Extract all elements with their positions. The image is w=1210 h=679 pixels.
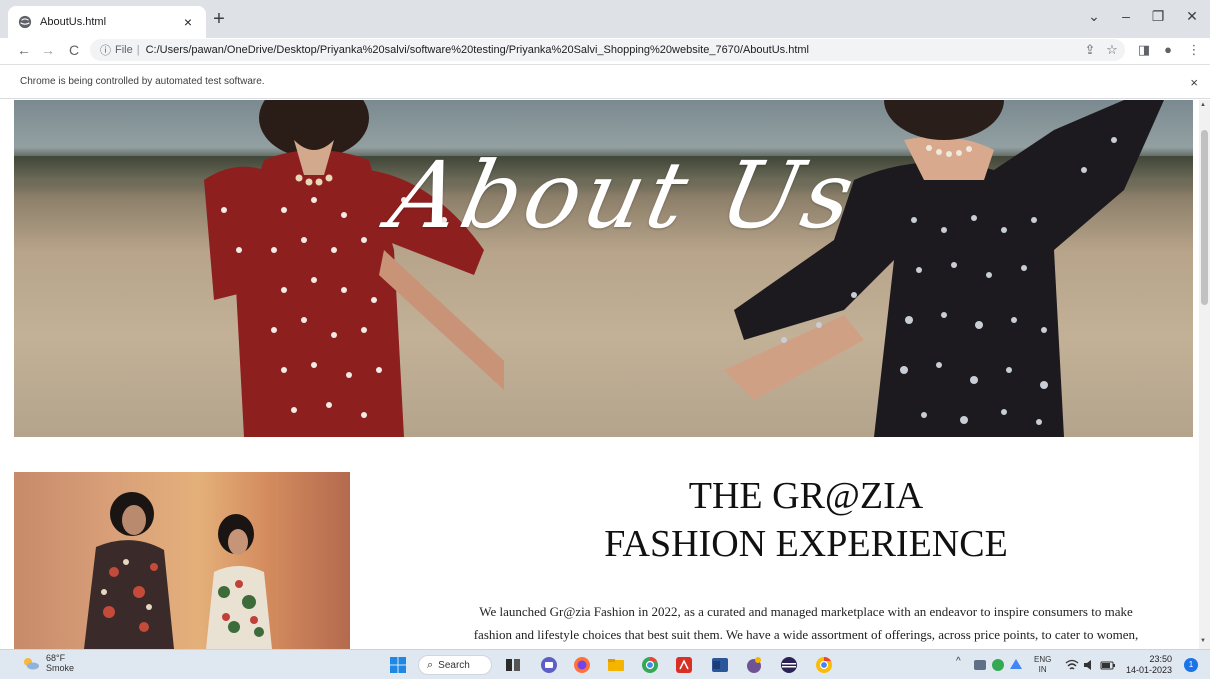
url-text[interactable]: C:/Users/pawan/OneDrive/Desktop/Priyanka… xyxy=(146,44,809,56)
page-heading: THE GR@ZIA FASHION EXPERIENCE xyxy=(420,472,1192,568)
scrollbar-thumb[interactable] xyxy=(1201,130,1208,305)
task-view-icon[interactable] xyxy=(503,655,523,675)
cloud-sun-icon xyxy=(24,658,39,670)
weather-description: Smoke xyxy=(46,663,75,673)
hero-title: About Us xyxy=(381,142,867,249)
tray-overflow-chevron-icon[interactable]: ^ xyxy=(956,656,961,667)
firefox-icon[interactable] xyxy=(572,655,592,675)
about-paragraph: We launched Gr@zia Fashion in 2022, as a… xyxy=(420,600,1192,646)
heading-line-1: THE GR@ZIA xyxy=(688,475,924,517)
eclipse-ide-icon[interactable] xyxy=(779,655,799,675)
clock-time: 23:50 xyxy=(1149,654,1173,664)
tab-aboutus[interactable]: AboutUs.html × xyxy=(8,6,206,38)
restore-button[interactable]: ❐ xyxy=(1144,8,1172,25)
infobar-close-icon[interactable]: × xyxy=(1190,75,1198,90)
clock-date: 14-01-2023 xyxy=(1126,665,1173,675)
forward-button[interactable]: → xyxy=(38,41,58,59)
tray-drive-icon[interactable] xyxy=(1008,657,1024,673)
file-explorer-icon[interactable] xyxy=(606,655,626,675)
teams-chat-icon[interactable] xyxy=(539,655,559,675)
bookmark-star-icon[interactable]: ☆ xyxy=(1104,42,1120,58)
url-separator: | xyxy=(136,44,140,56)
page-viewport: About Us THE GR@ZIA FASHION EXPERIENCE W… xyxy=(0,100,1199,649)
globe-icon xyxy=(18,15,32,29)
eclipse-tools-icon[interactable] xyxy=(744,655,764,675)
word-icon[interactable] xyxy=(710,655,730,675)
language-code: ENG xyxy=(1034,655,1052,664)
tray-security-icon[interactable] xyxy=(990,657,1006,673)
address-bar[interactable]: ⓘ File | C:/Users/pawan/OneDrive/Desktop… xyxy=(90,39,1125,61)
volume-icon[interactable] xyxy=(1082,657,1098,673)
heading-line-2: FASHION EXPERIENCE xyxy=(604,523,1008,565)
tab-strip: AboutUs.html × + ⌄ – ❐ ✕ xyxy=(0,0,1210,38)
weather-temperature: 68°F xyxy=(46,653,66,663)
share-icon[interactable]: ⇪ xyxy=(1082,42,1098,58)
fashion-models-illustration xyxy=(84,492,272,649)
notification-badge[interactable]: 1 xyxy=(1184,658,1198,672)
windows-start-icon[interactable] xyxy=(388,655,408,675)
browser-toolbar: ← → C ⓘ File | C:/Users/pawan/OneDrive/D… xyxy=(0,38,1210,62)
chrome-icon[interactable] xyxy=(640,655,660,675)
tab-close-icon[interactable]: × xyxy=(180,14,196,30)
os-taskbar: 68°F Smoke ⌕ Search ^ ENG IN 23:50 14-01… xyxy=(0,649,1210,679)
close-window-button[interactable]: ✕ xyxy=(1178,8,1206,25)
tab-title: AboutUs.html xyxy=(40,16,107,28)
minimize-button[interactable]: – xyxy=(1112,8,1140,24)
new-tab-button[interactable]: + xyxy=(208,9,230,31)
wifi-icon[interactable] xyxy=(1064,657,1080,673)
site-info-icon[interactable]: ⓘ xyxy=(100,42,111,58)
side-panel-icon[interactable]: ◨ xyxy=(1136,42,1152,58)
system-clock[interactable]: 23:50 14-01-2023 xyxy=(1126,654,1172,676)
url-scheme: File xyxy=(115,44,133,56)
search-label: Search xyxy=(438,659,470,671)
page-scrollbar[interactable]: ▲ ▼ xyxy=(1199,100,1210,649)
automation-infobar: Chrome is being controlled by automated … xyxy=(0,64,1210,99)
hero-banner: About Us xyxy=(14,100,1193,437)
menu-kebab-icon[interactable]: ⋮ xyxy=(1186,42,1202,58)
taskbar-search-box[interactable]: ⌕ Search xyxy=(418,655,492,675)
language-indicator[interactable]: ENG IN xyxy=(1034,655,1051,675)
language-region: IN xyxy=(1038,665,1047,674)
scroll-down-arrow-icon[interactable]: ▼ xyxy=(1200,638,1206,644)
paragraph-line-1: We launched Gr@zia Fashion in 2022, as a… xyxy=(479,604,1133,619)
scroll-up-arrow-icon[interactable]: ▲ xyxy=(1200,102,1206,108)
profile-avatar-icon[interactable]: ● xyxy=(1160,42,1176,58)
battery-icon[interactable] xyxy=(1100,657,1116,673)
paragraph-line-2: fashion and lifestyle choices that best … xyxy=(473,627,1139,642)
search-icon: ⌕ xyxy=(427,658,434,671)
tab-search-icon[interactable]: ⌄ xyxy=(1080,8,1108,25)
chrome-active-icon[interactable] xyxy=(814,655,834,675)
reload-button[interactable]: C xyxy=(64,41,84,59)
weather-widget[interactable]: 68°F Smoke xyxy=(22,653,74,673)
acrobat-reader-icon[interactable] xyxy=(674,655,694,675)
fashion-models-image xyxy=(14,472,350,649)
back-button[interactable]: ← xyxy=(14,41,34,59)
infobar-message: Chrome is being controlled by automated … xyxy=(20,76,265,87)
tray-app-icon[interactable] xyxy=(972,657,988,673)
